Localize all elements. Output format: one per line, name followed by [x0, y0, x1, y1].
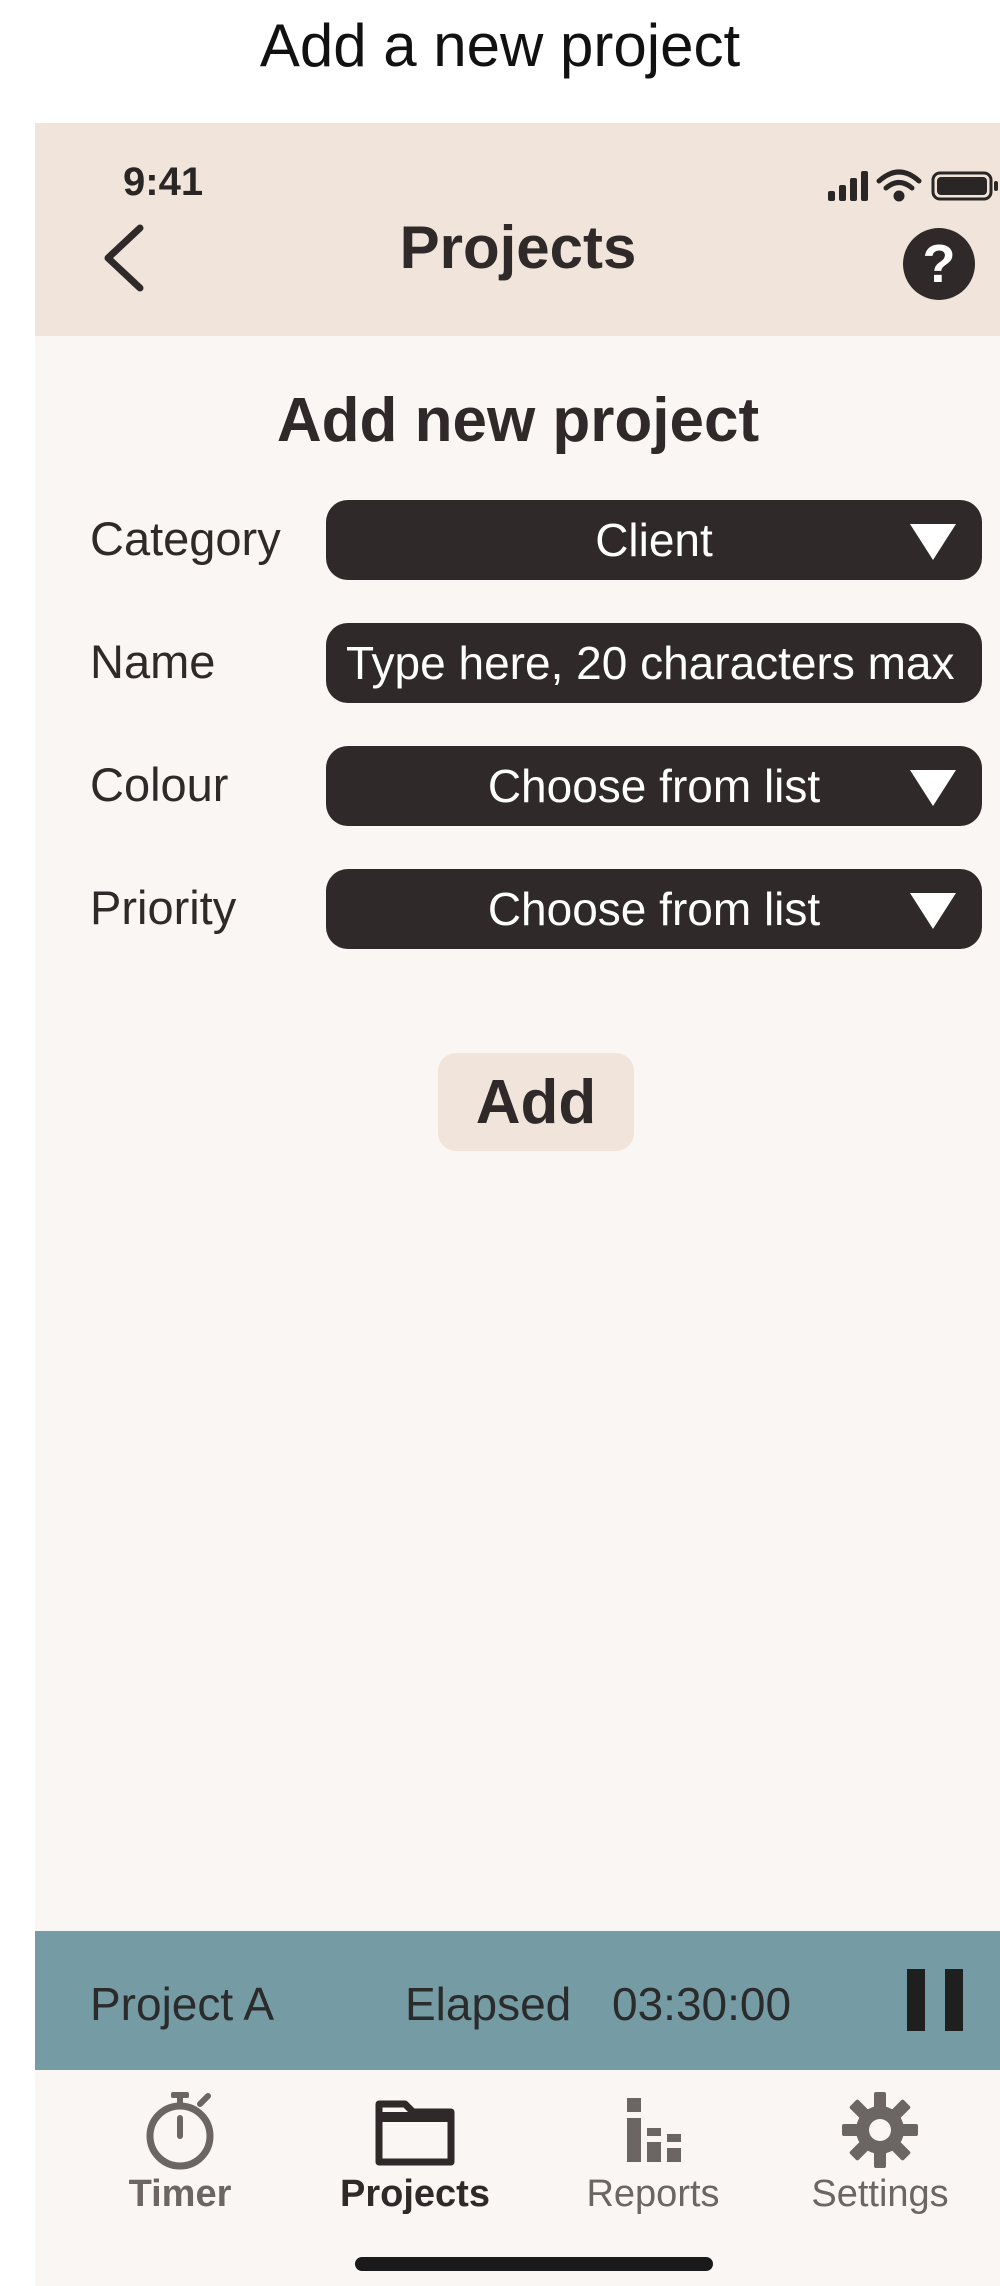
- status-time: 9:41: [123, 160, 204, 204]
- help-button[interactable]: ?: [903, 228, 975, 300]
- app-header: 9:41 Projects ?: [35, 123, 1000, 336]
- tab-settings[interactable]: Settings: [780, 2070, 980, 2220]
- tab-settings-label: Settings: [811, 2173, 949, 2215]
- priority-label: Priority: [90, 881, 237, 934]
- colour-value: Choose from list: [487, 760, 821, 812]
- bar-chart-icon: [627, 2098, 681, 2162]
- phone-screen: 9:41 Projects ? Add new project Category…: [35, 123, 1000, 2286]
- elapsed-label: Elapsed: [405, 1978, 572, 2030]
- page-caption: Add a new project: [259, 11, 741, 79]
- colour-dropdown[interactable]: Choose from list: [326, 746, 982, 826]
- dropdown-arrow-icon: [910, 524, 956, 560]
- name-placeholder: Type here, 20 characters max: [346, 637, 955, 689]
- folder-icon: [375, 2100, 455, 2166]
- tab-timer-label: Timer: [128, 2173, 232, 2215]
- form-title: Add new project: [276, 386, 760, 455]
- colour-label: Colour: [90, 758, 229, 811]
- dropdown-arrow-icon: [910, 893, 956, 929]
- add-button[interactable]: Add: [438, 1053, 634, 1151]
- tab-reports-label: Reports: [586, 2173, 720, 2215]
- wifi-icon: [876, 169, 922, 202]
- elapsed-time: 03:30:00: [612, 1978, 792, 2030]
- page-title: Projects: [399, 214, 637, 281]
- pause-bar-left: [907, 1969, 925, 2031]
- dropdown-arrow-icon: [910, 770, 956, 806]
- active-project-name: Project A: [90, 1978, 275, 2030]
- name-input[interactable]: Type here, 20 characters max: [326, 623, 982, 703]
- home-indicator: [355, 2257, 713, 2271]
- priority-dropdown[interactable]: Choose from list: [326, 869, 982, 949]
- tab-reports[interactable]: Reports: [553, 2070, 753, 2220]
- category-label: Category: [90, 512, 281, 565]
- pause-button[interactable]: [907, 1969, 963, 2031]
- tab-projects-label: Projects: [340, 2173, 490, 2215]
- gear-icon: [842, 2092, 918, 2168]
- tab-timer[interactable]: Timer: [80, 2070, 280, 2220]
- active-timer-bar: Project A Elapsed 03:30:00: [35, 1931, 1000, 2070]
- tab-projects[interactable]: Projects: [315, 2070, 515, 2220]
- stopwatch-icon: [146, 2092, 214, 2170]
- category-value: Client: [595, 514, 713, 566]
- priority-value: Choose from list: [487, 883, 821, 935]
- tab-bar: Timer Projects Reports Settings: [35, 2070, 1000, 2286]
- signal-icon: [828, 171, 868, 201]
- battery-icon: [931, 171, 998, 201]
- category-dropdown[interactable]: Client: [326, 500, 982, 580]
- pause-bar-right: [945, 1969, 963, 2031]
- name-label: Name: [90, 635, 216, 688]
- status-icons: [828, 169, 998, 202]
